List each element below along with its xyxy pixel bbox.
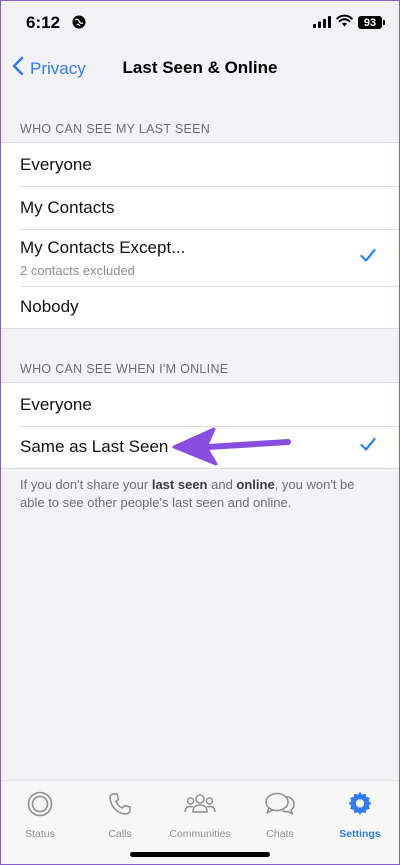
- note-text: and: [207, 477, 237, 492]
- option-sublabel: 2 contacts excluded: [20, 262, 135, 278]
- last-seen-options-list: Everyone My Contacts My Contacts Except.…: [0, 142, 400, 329]
- last-seen-option-my-contacts-except[interactable]: My Contacts Except... 2 contacts exclude…: [0, 229, 400, 286]
- note-bold-online: online: [236, 477, 275, 492]
- online-footer-note: If you don't share your last seen and on…: [20, 476, 380, 512]
- last-seen-option-nobody[interactable]: Nobody: [0, 286, 400, 328]
- note-bold-last-seen: last seen: [151, 477, 208, 492]
- tab-chats[interactable]: Chats: [240, 791, 320, 840]
- chats-icon: [264, 791, 296, 822]
- tab-label: Settings: [339, 828, 381, 840]
- settings-icon: [347, 791, 373, 822]
- calls-icon: [107, 791, 133, 822]
- tab-status[interactable]: Status: [0, 791, 80, 840]
- note-text: If you don't share your: [20, 477, 152, 492]
- tab-calls[interactable]: Calls: [80, 791, 160, 840]
- checkmark-icon: [360, 437, 376, 457]
- communities-icon: [184, 791, 216, 822]
- tab-communities[interactable]: Communities: [160, 791, 240, 840]
- status-time: 6:12: [26, 13, 61, 32]
- online-section-header: WHO CAN SEE WHEN I'M ONLINE: [20, 362, 229, 376]
- battery-icon: 93: [358, 16, 385, 29]
- status-icon: [27, 791, 53, 822]
- tab-label: Chats: [266, 828, 294, 840]
- navigation-bar: Privacy Last Seen & Online: [0, 44, 400, 92]
- annotation-arrow-icon: [170, 424, 295, 473]
- last-seen-option-my-contacts[interactable]: My Contacts: [0, 186, 400, 229]
- tab-settings[interactable]: Settings: [320, 791, 400, 840]
- option-label: My Contacts Except...: [20, 237, 186, 257]
- status-bar: 6:12 93: [0, 0, 400, 44]
- last-seen-section-header: WHO CAN SEE MY LAST SEEN: [20, 122, 211, 136]
- page-title: Last Seen & Online: [122, 58, 278, 77]
- globe-icon: [72, 15, 86, 34]
- checkmark-icon: [360, 248, 376, 267]
- option-label: Everyone: [20, 154, 92, 174]
- signal-icon: [313, 15, 331, 33]
- option-label: My Contacts: [20, 197, 115, 217]
- tab-label: Communities: [169, 828, 231, 840]
- tab-label: Calls: [108, 828, 132, 840]
- tab-label: Status: [25, 828, 55, 840]
- wifi-icon: [336, 14, 353, 32]
- option-label: Everyone: [20, 394, 92, 414]
- home-indicator: [130, 852, 270, 857]
- option-label: Nobody: [20, 297, 79, 316]
- online-option-everyone[interactable]: Everyone: [0, 383, 400, 426]
- last-seen-option-everyone[interactable]: Everyone: [0, 143, 400, 186]
